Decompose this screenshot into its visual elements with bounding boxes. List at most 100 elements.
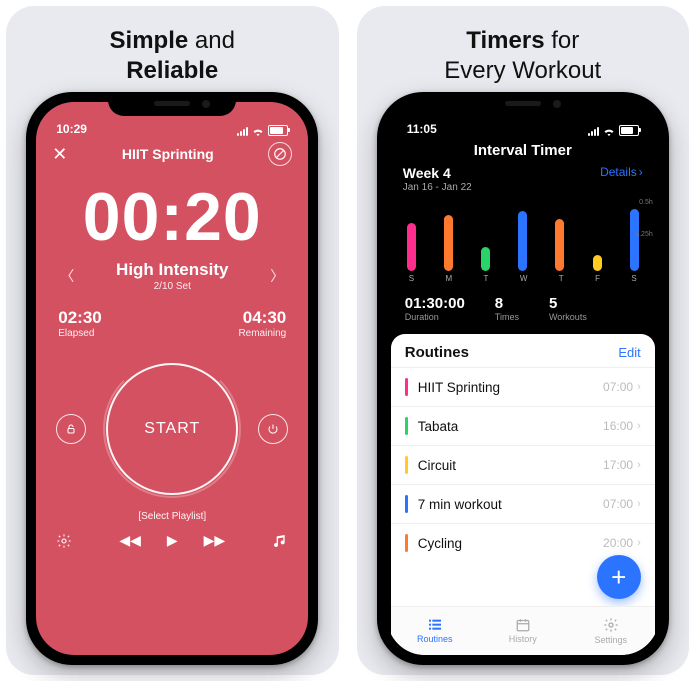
phase-set: 2/10 Set [116, 281, 228, 292]
chart-grid-mid: 0.25h [635, 231, 653, 238]
chart-bar [518, 211, 527, 271]
power-button[interactable] [258, 414, 288, 444]
elapsed-value: 02:30 [58, 308, 101, 328]
chevron-right-icon: › [637, 381, 641, 393]
phase-selector: 〈 High Intensity 2/10 Set 〉 [36, 258, 308, 294]
routines-list: HIIT Sprinting07:00› Tabata16:00 › Circuit1… [391, 367, 655, 562]
routine-color-bar [405, 495, 408, 513]
status-right [588, 125, 639, 136]
calendar-icon [515, 618, 531, 632]
lock-button[interactable] [56, 414, 86, 444]
edit-button[interactable]: Edit [618, 345, 640, 360]
chart-day-label: S [409, 274, 414, 283]
chart-day-label: S [631, 274, 636, 283]
workout-title: HIIT Sprinting [122, 146, 214, 162]
rewind-icon[interactable]: ◀◀ [119, 532, 141, 549]
dashboard-screen: 11:05 Interval Timer Week 4 Jan 16 - Jan… [387, 102, 659, 655]
add-routine-button[interactable]: + [597, 555, 641, 599]
tab-settings[interactable]: Settings [567, 607, 655, 655]
chevron-right-icon: › [639, 165, 643, 179]
routine-row[interactable]: Circuit17:00› [391, 445, 655, 484]
routines-sheet: Routines Edit HIIT Sprinting07:00›Tabata… [391, 334, 655, 655]
remaining-value: 04:30 [238, 308, 286, 328]
chart-bar [555, 219, 564, 271]
headline-2-plain2: Every Workout [444, 57, 601, 84]
routine-duration: 16:00 [603, 419, 633, 433]
playlist-label[interactable]: [Select Playlist] [36, 511, 308, 522]
chart-bar [593, 255, 602, 271]
remaining-label: Remaining [238, 328, 286, 339]
routine-color-bar [405, 534, 408, 552]
chart-day-label: T [484, 274, 489, 283]
chart-bar [407, 223, 416, 271]
phone-notch [108, 92, 236, 116]
week-header: Week 4 Jan 16 - Jan 22 Details› [387, 165, 659, 193]
phone-mock-2: 11:05 Interval Timer Week 4 Jan 16 - Jan… [377, 92, 669, 665]
app-store-screenshots: Simple and Reliable 10:29 ✕ HIIT Sprinti… [0, 0, 695, 681]
headline-1: Simple and Reliable [110, 26, 235, 86]
wifi-icon [252, 126, 264, 136]
routine-name: HIIT Sprinting [418, 380, 603, 395]
countdown-timer: 00:20 [36, 178, 308, 256]
routine-color-bar [405, 456, 408, 474]
routines-header: Routines Edit [391, 344, 655, 367]
media-controls: ◀◀ ▶ ▶▶ [119, 532, 225, 549]
prev-phase-button[interactable]: 〈 [60, 266, 74, 286]
remaining: 04:30 Remaining [238, 308, 286, 339]
routines-title: Routines [405, 344, 469, 361]
routine-name: Cycling [418, 536, 603, 551]
chart-day-label: F [595, 274, 600, 283]
chevron-right-icon: › [637, 498, 641, 510]
home-indicator[interactable] [468, 656, 578, 660]
chart-bars [403, 199, 643, 271]
play-icon[interactable]: ▶ [167, 532, 178, 549]
stat-workouts-label: Workouts [549, 312, 587, 322]
home-indicator[interactable] [117, 656, 227, 660]
routine-name: 7 min workout [418, 497, 603, 512]
stat-duration-value: 01:30:00 [405, 295, 465, 312]
tab-routines[interactable]: Routines [391, 607, 479, 655]
headline-2: Timers for Every Workout [444, 26, 601, 86]
signal-icon [588, 126, 599, 136]
list-icon [427, 618, 443, 632]
tab-settings-label: Settings [594, 635, 627, 645]
routine-row[interactable]: HIIT Sprinting07:00› [391, 367, 655, 406]
details-button[interactable]: Details› [600, 165, 643, 179]
gear-icon [603, 617, 619, 633]
battery-icon [619, 125, 639, 136]
settings-icon[interactable] [56, 533, 72, 549]
routine-color-bar [405, 378, 408, 396]
next-phase-button[interactable]: 〉 [270, 266, 284, 286]
routine-row[interactable]: 7 min workout07:00› [391, 484, 655, 523]
music-icon[interactable] [272, 533, 288, 549]
disable-icon[interactable] [268, 142, 292, 166]
time-stats: 02:30 Elapsed 04:30 Remaining [36, 294, 308, 345]
start-button[interactable]: START [106, 363, 238, 495]
routine-color-bar [405, 417, 408, 435]
forward-icon[interactable]: ▶▶ [204, 532, 226, 549]
headline-2-plain1: for [545, 27, 580, 54]
tab-history[interactable]: History [479, 607, 567, 655]
chart-bar [444, 215, 453, 271]
control-row: START [36, 363, 308, 495]
chevron-right-icon: › [637, 420, 641, 432]
headline-1-plain1: and [188, 27, 235, 54]
chevron-right-icon: › [637, 537, 641, 549]
close-icon[interactable]: ✕ [52, 144, 67, 165]
stat-times-value: 8 [495, 295, 519, 312]
headline-1-bold2: Reliable [126, 57, 218, 84]
routine-name: Tabata [418, 419, 603, 434]
chart-bar [481, 247, 490, 271]
routine-name: Circuit [418, 458, 603, 473]
stat-times: 8Times [495, 295, 519, 322]
chart-day-label: W [520, 274, 528, 283]
battery-icon [268, 125, 288, 136]
elapsed: 02:30 Elapsed [58, 308, 101, 339]
phone-mock-1: 10:29 ✕ HIIT Sprinting 00:20 [26, 92, 318, 665]
phase-info: High Intensity 2/10 Set [116, 260, 228, 292]
status-time: 11:05 [407, 122, 437, 136]
routine-row[interactable]: Tabata16:00 › [391, 406, 655, 445]
phone-notch [459, 92, 587, 116]
chart-bar [630, 209, 639, 271]
status-right [237, 125, 288, 136]
